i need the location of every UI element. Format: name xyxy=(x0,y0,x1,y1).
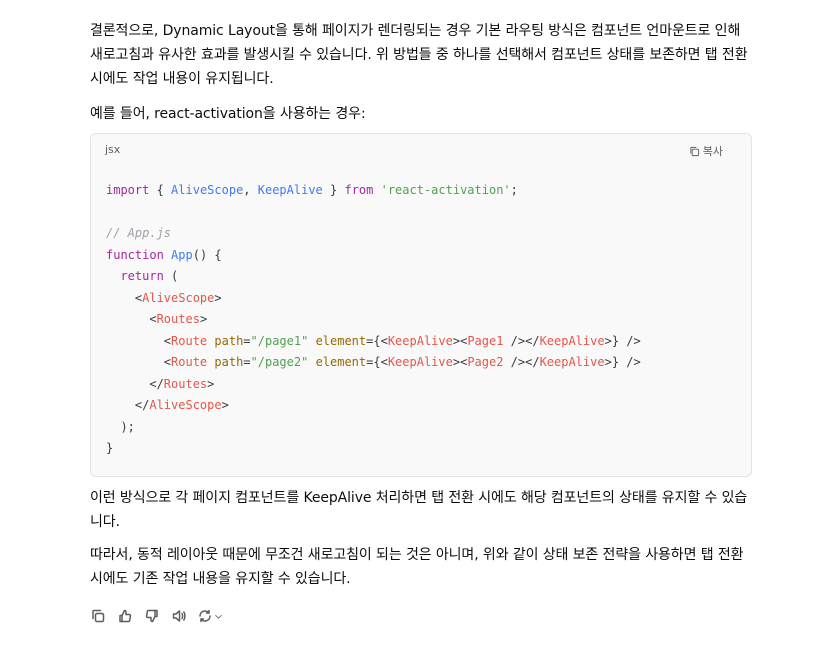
read-aloud-button[interactable] xyxy=(170,607,188,625)
code-line-1: import { AliveScope, KeepAlive } from 'r… xyxy=(106,183,518,197)
paragraph-conclusion: 결론적으로, Dynamic Layout을 통해 페이지가 렌더링되는 경우 … xyxy=(90,23,748,87)
regenerate-button[interactable] xyxy=(197,607,223,625)
copy-icon xyxy=(690,146,699,156)
code-line-8: <Route path="/page1" element={<KeepAlive… xyxy=(106,333,641,348)
code-line-5: return ( xyxy=(120,269,179,283)
paragraph-example-intro: 예를 들어, react-activation을 사용하는 경우: xyxy=(90,106,366,122)
paragraph-keepalive-explanation: 이런 방식으로 각 페이지 컴포넌트를 KeepAlive 처리하면 탭 전환 … xyxy=(90,490,748,530)
chevron-down-icon xyxy=(215,614,222,619)
code-line-11: </AliveScope> xyxy=(106,398,229,412)
read-aloud-icon xyxy=(172,610,186,622)
thumbs-down-icon xyxy=(145,609,158,623)
code-block-header: jsx 복사 xyxy=(105,143,737,159)
copy-code-label: 복사 xyxy=(702,145,723,158)
copy-code-button[interactable]: 복사 xyxy=(689,143,723,159)
thumbs-up-icon xyxy=(119,609,132,623)
code-block: jsx 복사 import { AliveScope, KeepAlive } … xyxy=(90,133,752,477)
bad-response-button[interactable] xyxy=(143,607,161,625)
code-line-7: <Routes> xyxy=(106,312,208,326)
code-line-10: </Routes> xyxy=(106,376,215,391)
message-actions xyxy=(89,607,223,625)
copy-icon xyxy=(92,609,105,623)
regenerate-icon xyxy=(199,609,211,623)
code-language-label: jsx xyxy=(105,143,121,156)
code-line-12: ); xyxy=(106,419,135,434)
good-response-button[interactable] xyxy=(116,607,134,625)
code-line-4: function App() { xyxy=(106,247,222,262)
code-line-6: <AliveScope> xyxy=(106,290,222,305)
copy-message-button[interactable] xyxy=(89,607,107,625)
code-content: import { AliveScope, KeepAlive } from 'r… xyxy=(106,180,641,460)
code-line-3: // App.js xyxy=(106,226,172,240)
code-line-13: } xyxy=(106,441,114,455)
paragraph-final-summary: 따라서, 동적 레이아웃 때문에 무조건 새로고침이 되는 것은 아니며, 위와… xyxy=(90,547,744,587)
code-line-9: <Route path="/page2" element={<KeepAlive… xyxy=(106,355,641,369)
